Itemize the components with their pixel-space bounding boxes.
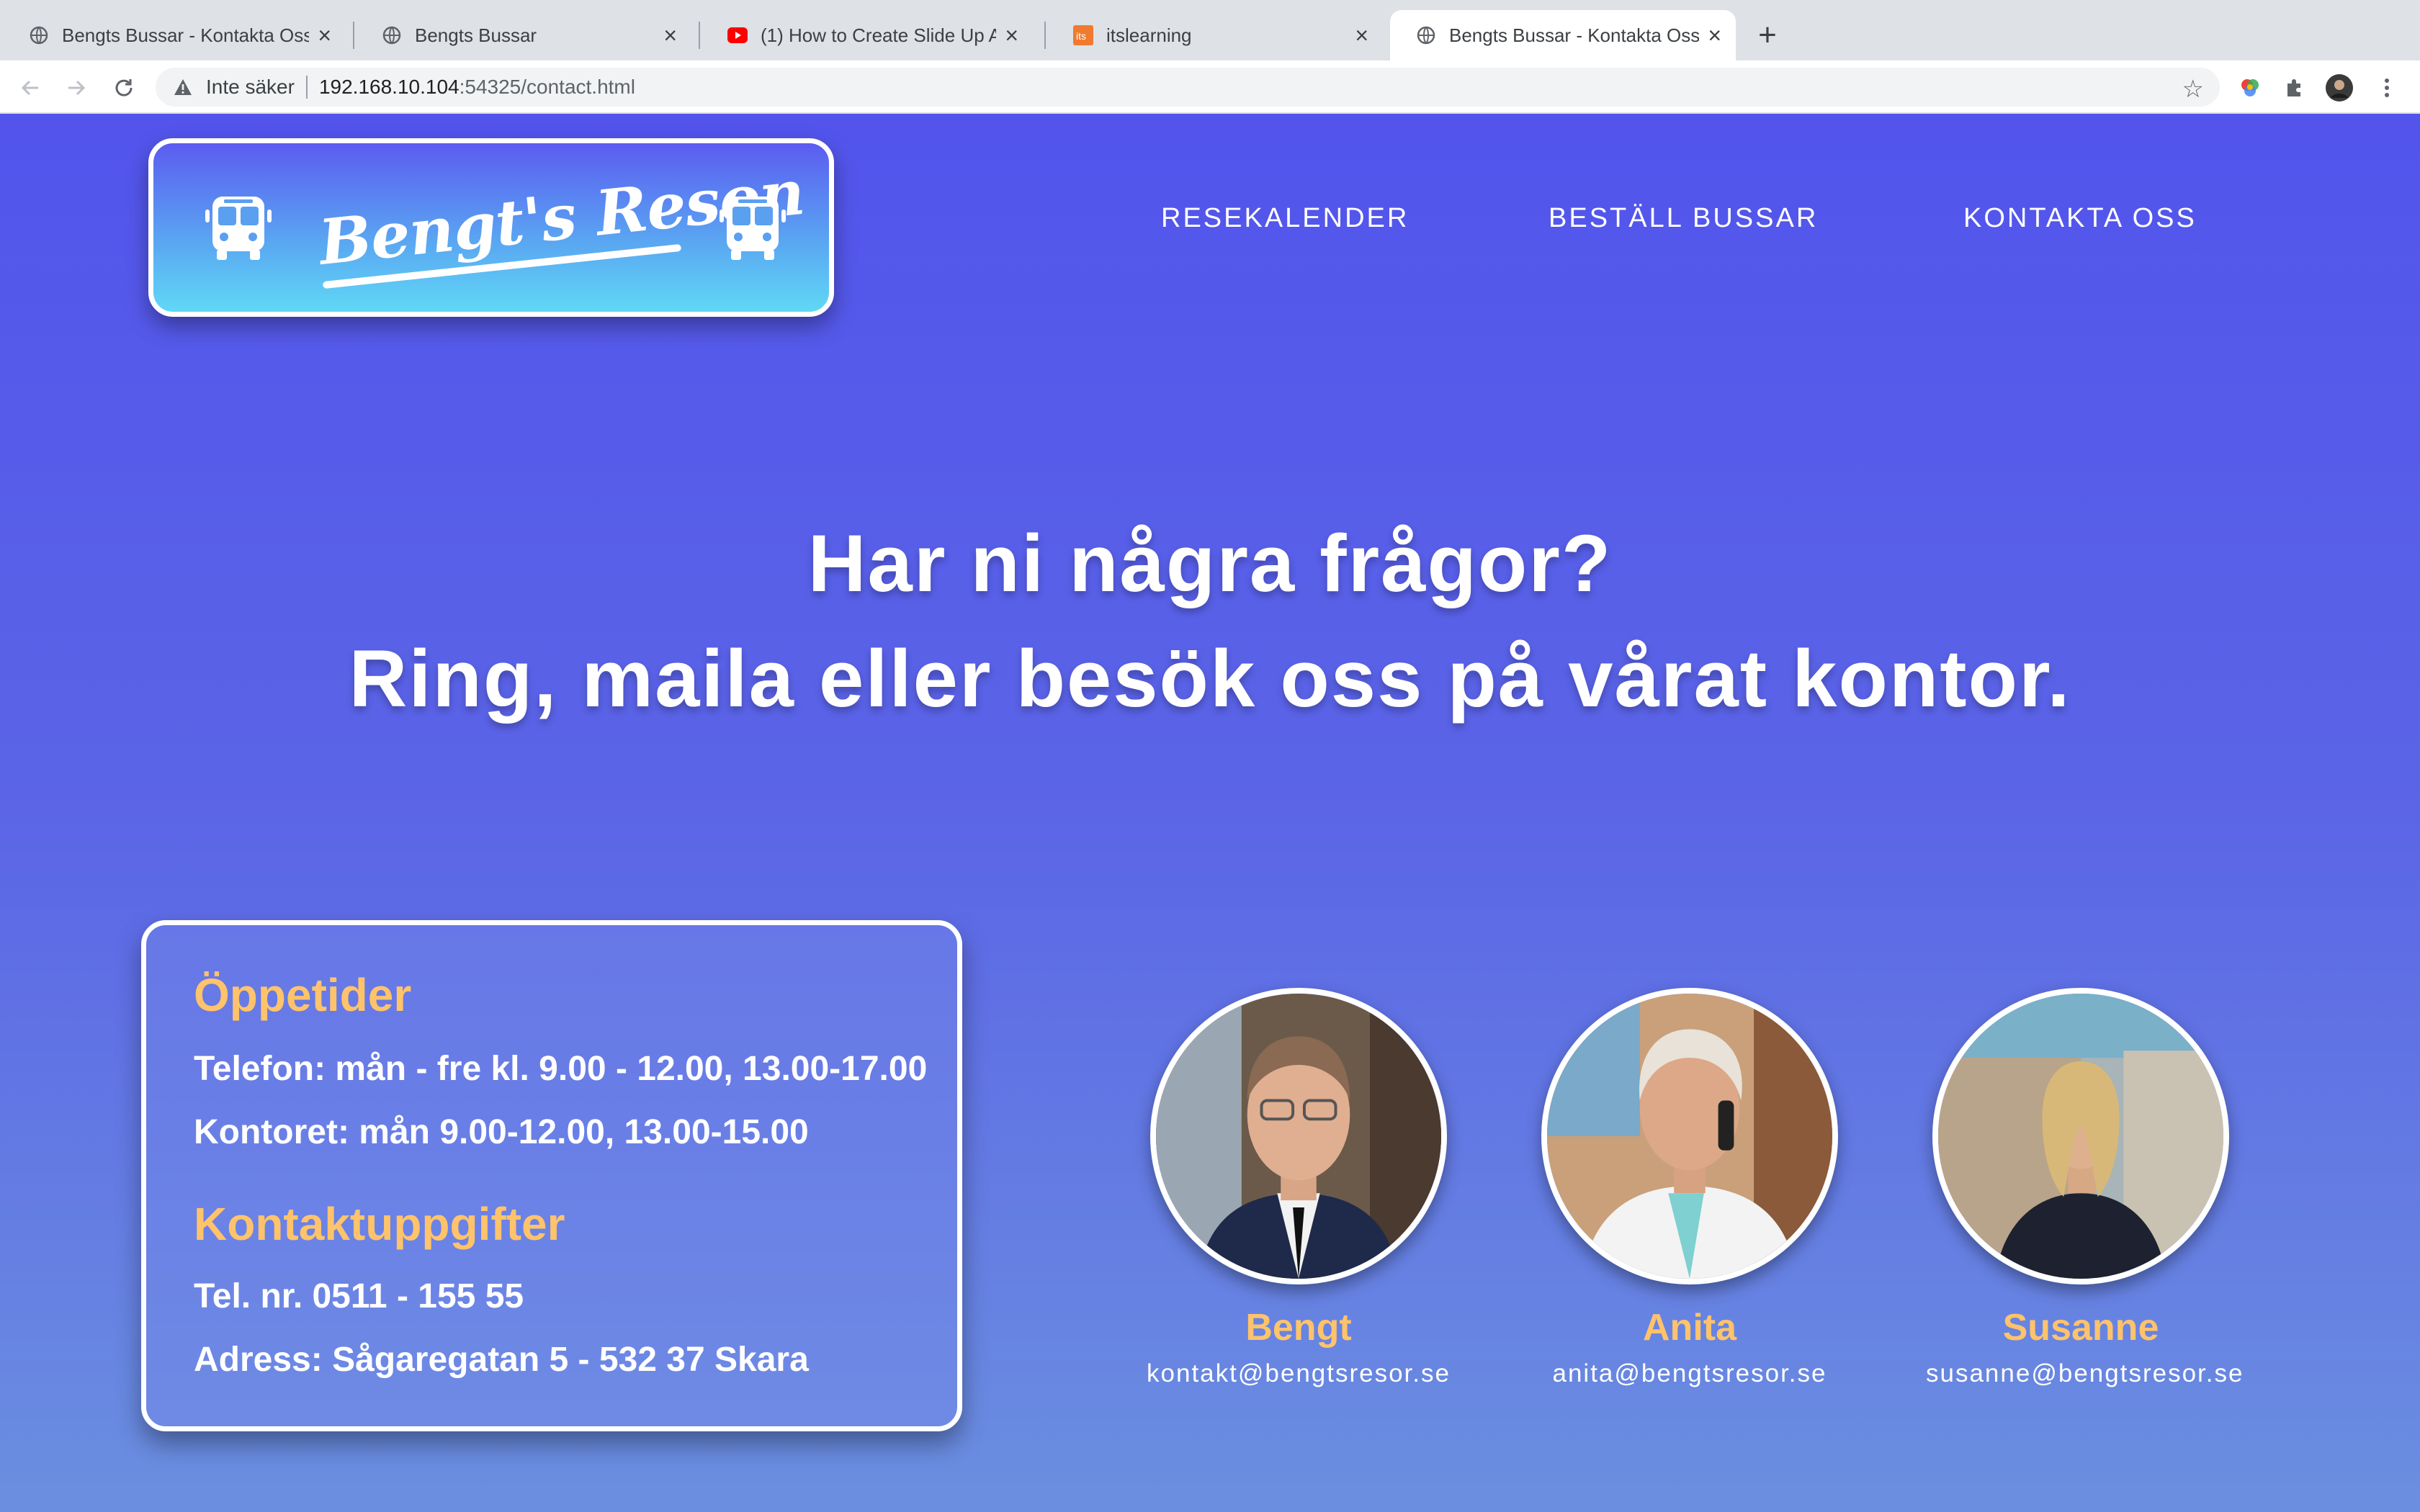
close-icon[interactable]: ×	[1708, 24, 1721, 47]
tab-divider	[699, 22, 700, 49]
site-logo[interactable]: Bengt's Reson	[148, 138, 834, 317]
tab-divider	[353, 22, 354, 49]
nav-kontakta-oss[interactable]: KONTAKTA OSS	[1963, 203, 2197, 234]
close-icon[interactable]: ×	[1355, 24, 1368, 47]
more-menu-icon[interactable]	[2372, 73, 2401, 102]
close-icon[interactable]: ×	[663, 24, 677, 47]
staff-email-link[interactable]: anita@bengtsresor.se	[1535, 1359, 1845, 1388]
color-wheel-extension-icon[interactable]	[2236, 73, 2264, 102]
tab-title: Bengts Bussar	[415, 24, 537, 46]
bookmark-star-icon[interactable]: ☆	[2182, 75, 2204, 104]
close-icon[interactable]: ×	[318, 24, 331, 47]
browser-tab[interactable]: Bengts Bussar ×	[356, 10, 691, 60]
back-button[interactable]	[13, 71, 48, 105]
browser-tab[interactable]: Bengts Bussar - Kontakta Oss ×	[3, 10, 346, 60]
puzzle-extensions-icon[interactable]	[2280, 73, 2309, 102]
staff-name: Bengt	[1245, 1307, 1352, 1349]
address: Adress: Sågaregatan 5 - 532 37 Skara	[194, 1341, 809, 1379]
hours-heading: Öppetider	[194, 969, 412, 1021]
info-card: Öppetider Telefon: mån - fre kl. 9.00 - …	[141, 920, 962, 1431]
logo-wordmark: Bengt's Reson	[315, 156, 807, 279]
avatar	[1932, 988, 2229, 1284]
security-label[interactable]: Inte säker	[206, 76, 295, 99]
profile-avatar[interactable]	[2325, 73, 2354, 102]
staff-card-susanne: Susanne susanne@bengtsresor.se	[1926, 988, 2242, 1388]
reload-button[interactable]	[107, 71, 141, 105]
bus-icon	[720, 197, 786, 260]
url-path: :54325/contact.html	[459, 76, 635, 98]
office-hours: Kontoret: mån 9.00-12.00, 13.00-15.00	[194, 1113, 809, 1151]
bus-icon	[205, 197, 272, 260]
contact-heading: Kontaktuppgifter	[194, 1198, 565, 1250]
youtube-icon	[727, 25, 748, 45]
tab-title: (1) How to Create Slide Up Ani	[761, 24, 997, 46]
staff-card-bengt: Bengt kontakt@bengtsresor.se	[1144, 988, 1453, 1388]
svg-text:its: its	[1076, 30, 1086, 42]
staff-email-link[interactable]: susanne@bengtsresor.se	[1926, 1359, 2242, 1388]
address-bar[interactable]: Inte säker 192.168.10.104:54325/contact.…	[156, 68, 2220, 107]
globe-icon	[382, 25, 402, 45]
itslearning-icon: its	[1073, 25, 1093, 45]
staff-name: Susanne	[2002, 1307, 2159, 1349]
tab-title: Bengts Bussar - Kontakta Oss	[1449, 24, 1700, 46]
hero-heading-line1: Har ni några frågor?	[807, 518, 1613, 608]
nav-bestall-bussar[interactable]: BESTÄLL BUSSAR	[1549, 203, 1818, 234]
warning-icon	[173, 76, 194, 98]
globe-icon	[1416, 25, 1436, 45]
browser-tab-strip: Bengts Bussar - Kontakta Oss × Bengts Bu…	[0, 0, 2420, 60]
avatar	[1150, 988, 1447, 1284]
browser-tab-active[interactable]: Bengts Bussar - Kontakta Oss ×	[1390, 10, 1736, 60]
hero-heading-line2: Ring, maila eller besök oss på vårat kon…	[349, 634, 2071, 724]
new-tab-button[interactable]: +	[1750, 16, 1785, 55]
close-icon[interactable]: ×	[1005, 24, 1018, 47]
staff-name: Anita	[1643, 1307, 1736, 1349]
arrow-left-icon	[21, 80, 38, 96]
staff-email-link[interactable]: kontakt@bengtsresor.se	[1144, 1359, 1453, 1388]
nav-resekalender[interactable]: RESEKALENDER	[1161, 203, 1409, 234]
globe-icon	[29, 25, 49, 45]
browser-tab[interactable]: (1) How to Create Slide Up Ani ×	[702, 10, 1033, 60]
forward-button[interactable]	[59, 71, 94, 105]
phone-hours: Telefon: mån - fre kl. 9.00 - 12.00, 13.…	[194, 1050, 928, 1088]
arrow-right-icon	[68, 80, 86, 96]
browser-toolbar: Inte säker 192.168.10.104:54325/contact.…	[0, 60, 2420, 114]
omnibox-divider	[305, 76, 308, 99]
avatar	[1541, 988, 1838, 1284]
browser-tab[interactable]: its itslearning ×	[1047, 10, 1383, 60]
tab-title: itslearning	[1106, 24, 1192, 46]
web-page: Bengt's Reson RESEKALENDER BESTÄLL BUSSA…	[0, 114, 2420, 1512]
staff-card-anita: Anita anita@bengtsresor.se	[1535, 988, 1845, 1388]
tab-divider	[1044, 22, 1046, 49]
url-host: 192.168.10.104	[318, 76, 460, 98]
reload-icon	[115, 79, 133, 96]
tab-title: Bengts Bussar - Kontakta Oss	[62, 24, 310, 46]
phone-number: Tel. nr. 0511 - 155 55	[194, 1277, 524, 1315]
